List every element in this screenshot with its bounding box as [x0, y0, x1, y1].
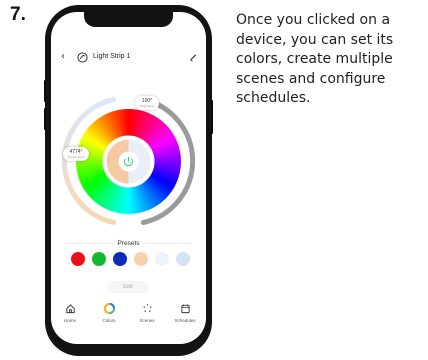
- tab-home-label: Home: [63, 318, 76, 323]
- presets-label-text: Presets: [113, 240, 144, 247]
- phone-power-button: [211, 100, 213, 134]
- colors-icon: [104, 303, 115, 314]
- color-wheel[interactable]: [51, 82, 206, 242]
- pencil-icon[interactable]: [189, 52, 198, 62]
- tab-scenes[interactable]: Scenes: [130, 301, 164, 331]
- temperature-value: 4774°: [69, 149, 83, 155]
- phone-notch: [84, 12, 173, 27]
- bottom-tab-bar: Home Colors Scenes Schedules: [51, 301, 206, 331]
- device-name: Light Strip 1: [93, 53, 131, 60]
- edit-presets-button[interactable]: Edit: [108, 281, 148, 293]
- tab-home[interactable]: Home: [53, 301, 87, 331]
- app-screen: ‹ Light Strip 1 100° Brightness 4774° Te…: [51, 12, 206, 344]
- tab-scenes-label: Scenes: [139, 318, 155, 323]
- presets-label: Presets: [51, 240, 206, 247]
- step-number: 7.: [10, 4, 26, 25]
- tab-colors-label: Colors: [102, 318, 116, 323]
- phone-volume-button: [44, 80, 46, 102]
- preset-swatches: [71, 252, 191, 268]
- brightness-readout[interactable]: 100° Brightness: [135, 96, 159, 110]
- preset-swatch[interactable]: [176, 252, 190, 266]
- chevron-left-icon[interactable]: ‹: [61, 51, 65, 62]
- step-description: Once you clicked on a device, you can se…: [236, 12, 394, 106]
- temperature-readout[interactable]: 4774° Temperature: [63, 147, 89, 161]
- phone-volume-button: [44, 108, 46, 130]
- device-header: ‹ Light Strip 1: [51, 51, 206, 66]
- home-icon: [66, 304, 75, 314]
- preset-swatch[interactable]: [155, 252, 169, 266]
- light-strip-icon: [77, 52, 88, 63]
- preset-swatch[interactable]: [113, 252, 127, 266]
- schedules-icon: [181, 304, 190, 314]
- temperature-sub-label: Temperature: [67, 155, 85, 159]
- tab-schedules[interactable]: Schedules: [168, 301, 202, 331]
- scenes-icon: [143, 304, 152, 312]
- brightness-sub-label: Brightness: [139, 104, 155, 108]
- color-wheel-control[interactable]: 100° Brightness 4774° Temperature: [51, 82, 206, 242]
- tab-schedules-label: Schedules: [174, 318, 196, 323]
- preset-swatch[interactable]: [92, 252, 106, 266]
- preset-swatch[interactable]: [71, 252, 85, 266]
- preset-swatch[interactable]: [134, 252, 148, 266]
- brightness-value: 100°: [141, 98, 153, 104]
- tab-colors[interactable]: Colors: [92, 301, 126, 331]
